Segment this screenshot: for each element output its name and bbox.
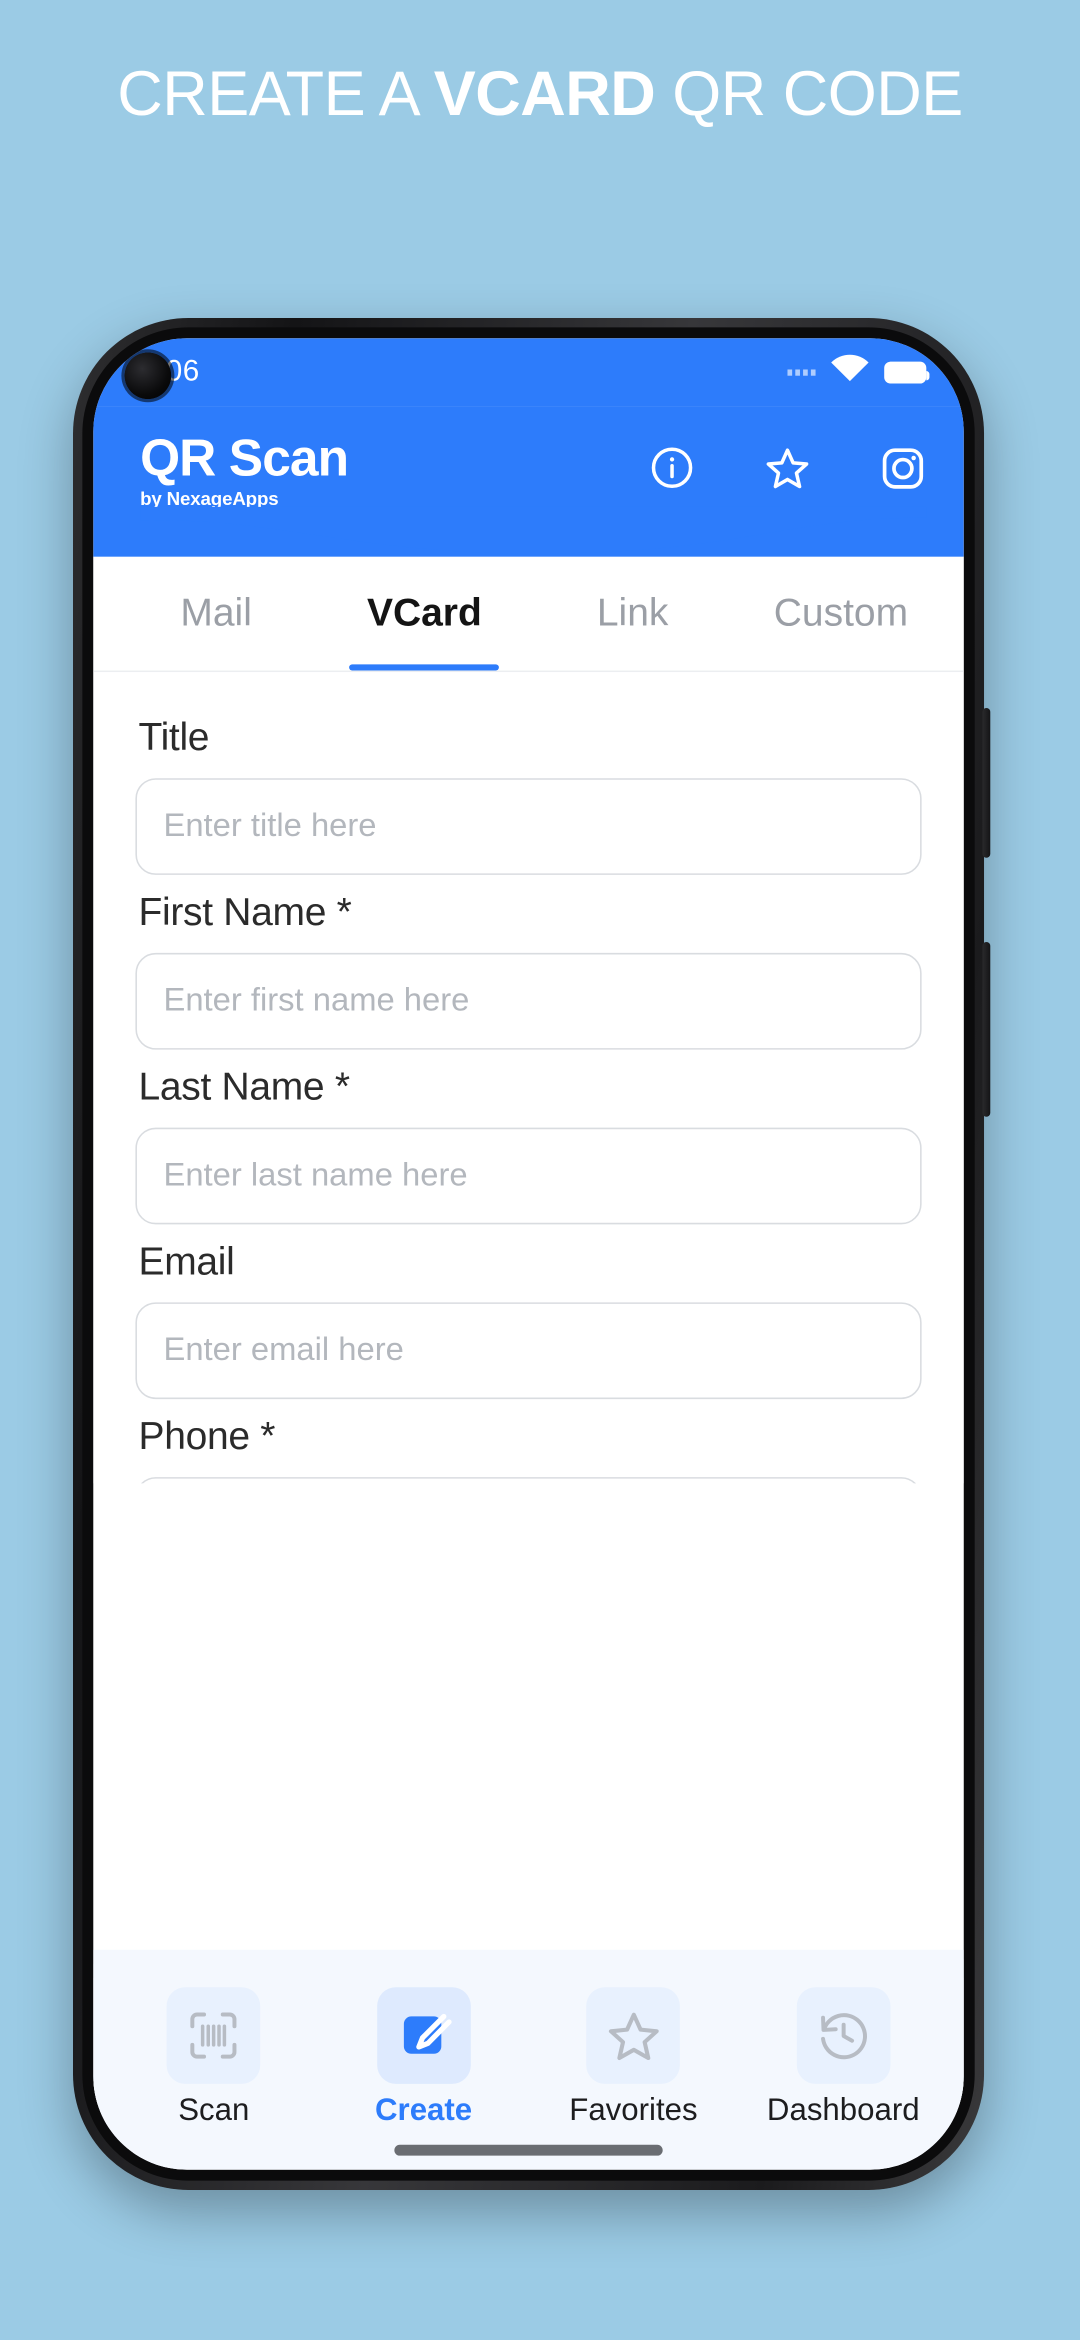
nav-item-create[interactable]: Create: [319, 1987, 529, 2129]
bottom-nav-wave: [93, 1957, 964, 1978]
header-wave-divider: [140, 506, 927, 554]
star-outline-icon: [586, 1987, 681, 2084]
field-phone: Phone * Enter phone number here: [135, 1414, 922, 1484]
header-actions: [649, 432, 927, 491]
phone-screen: 6:06 QR Scan by NexageApps: [93, 338, 964, 2170]
status-bar: 6:06: [93, 338, 964, 407]
volume-button[interactable]: [982, 708, 991, 858]
nav-label-create: Create: [375, 2093, 473, 2128]
tab-vcard[interactable]: VCard: [320, 557, 528, 671]
app-subtitle: by NexageApps: [140, 488, 279, 510]
last-name-input[interactable]: Enter last name here: [135, 1127, 922, 1225]
field-first-name: First Name * Enter first name here: [135, 890, 922, 1050]
promo-headline: CREATE A VCARD QR CODE: [0, 62, 1080, 126]
wifi-icon: [830, 354, 871, 391]
vcard-form: Title Enter title here First Name * Ente…: [93, 672, 964, 1484]
qr-type-tabs: Mail VCard Link Custom: [93, 556, 964, 673]
nav-item-scan[interactable]: Scan: [109, 1987, 319, 2129]
headline-emphasis: VCARD: [433, 59, 656, 129]
headline-prefix: CREATE A: [117, 59, 434, 129]
nav-label-scan: Scan: [178, 2093, 250, 2128]
front-camera-punch-hole: [124, 352, 172, 400]
field-label-title: Title: [138, 715, 210, 760]
phone-input[interactable]: Enter phone number here: [135, 1477, 922, 1484]
field-title: Title Enter title here: [135, 715, 922, 875]
edit-pencil-icon: [376, 1987, 471, 2084]
tab-link[interactable]: Link: [529, 557, 737, 671]
power-button[interactable]: [982, 942, 991, 1117]
tab-custom[interactable]: Custom: [737, 557, 945, 671]
tab-mail[interactable]: Mail: [112, 557, 320, 671]
signal-dots-icon: [787, 369, 816, 376]
field-label-email: Email: [138, 1239, 235, 1284]
nav-item-favorites[interactable]: Favorites: [529, 1987, 739, 2129]
field-label-first-name: First Name *: [138, 890, 352, 935]
field-last-name: Last Name * Enter last name here: [135, 1065, 922, 1225]
info-icon[interactable]: [649, 444, 696, 491]
first-name-input[interactable]: Enter first name here: [135, 952, 922, 1050]
home-indicator[interactable]: [394, 2144, 663, 2156]
email-input[interactable]: Enter email here: [135, 1302, 922, 1400]
headline-suffix: QR CODE: [655, 59, 963, 129]
bottom-navigation-bar: Scan Create Favorites Dashboard: [93, 1949, 964, 2170]
nav-item-dashboard[interactable]: Dashboard: [738, 1987, 948, 2129]
app-brand: QR Scan by NexageApps: [140, 428, 349, 510]
phone-mockup: 6:06 QR Scan by NexageApps: [73, 318, 991, 2190]
history-clock-icon: [796, 1987, 891, 2084]
star-icon[interactable]: [764, 444, 811, 491]
nav-label-dashboard: Dashboard: [766, 2093, 920, 2128]
status-bar-indicators: [787, 354, 930, 391]
field-label-last-name: Last Name *: [138, 1065, 350, 1109]
field-email: Email Enter email here: [135, 1239, 922, 1400]
barcode-scan-icon: [166, 1987, 261, 2084]
title-input[interactable]: Enter title here: [135, 778, 922, 875]
battery-icon: [884, 361, 930, 384]
field-label-phone: Phone *: [138, 1414, 276, 1459]
nav-label-favorites: Favorites: [569, 2093, 698, 2128]
app-title: QR Scan: [140, 428, 349, 487]
instagram-icon[interactable]: [880, 444, 927, 491]
app-header: QR Scan by NexageApps: [93, 406, 964, 557]
